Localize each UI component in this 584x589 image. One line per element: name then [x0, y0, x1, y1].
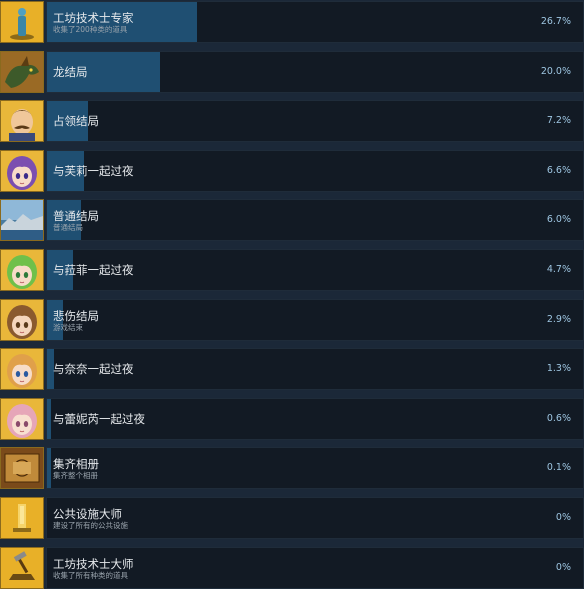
achievement-row: 集齐相册 集齐整个相册 0.1% [0, 446, 584, 496]
unlock-percentage: 1.3% [546, 363, 571, 375]
achievement-panel: 公共设施大师 建设了所有的公共设施 0% [46, 497, 584, 539]
achievement-panel: 与芙莉一起过夜 6.6% [46, 149, 584, 192]
achievement-row: 普通结局 普通结局 6.0% [0, 198, 584, 248]
achievement-list: 工坊技术士专家 收集了200种类的道具 26.7% 龙结局 20.0% 占领结局 7.2% 与… [0, 0, 584, 589]
achievement-description: 普通结局 [53, 223, 83, 233]
achievement-description: 收集了200种类的道具 [53, 25, 128, 34]
achievement-row: 占领结局 7.2% [0, 99, 584, 149]
achievement-title: 与菈菲一起过夜 [53, 263, 134, 277]
achievement-title: 集齐相册 [53, 457, 99, 472]
unlock-percentage: 20.0% [540, 65, 571, 77]
achievement-description: 游戏结束 [53, 322, 83, 332]
achievement-panel: 龙结局 20.0% [46, 50, 584, 93]
achievement-row: 工坊技术士大师 收集了所有种类的道具 0% [0, 546, 584, 589]
town-landscape-icon [0, 199, 44, 242]
unlock-percentage: 7.2% [546, 115, 571, 127]
achievement-panel: 工坊技术士专家 收集了200种类的道具 26.7% [46, 1, 584, 43]
achievement-row: 工坊技术士专家 收集了200种类的道具 26.7% [0, 0, 584, 50]
unlock-percentage: 26.7% [540, 16, 571, 27]
achievement-panel: 与菈菲一起过夜 4.7% [46, 249, 584, 291]
achievement-title: 悲伤结局 [53, 308, 99, 323]
unlock-percentage: 0% [555, 512, 571, 523]
achievement-description: 建设了所有的公共设施 [53, 521, 128, 530]
achievement-row: 与芙莉一起过夜 6.6% [0, 149, 584, 199]
hammer-anvil-icon [0, 546, 44, 589]
pink-haired-girl-portrait-icon [0, 397, 44, 440]
photo-album-icon [0, 447, 44, 490]
achievement-panel: 普通结局 普通结局 6.0% [46, 199, 584, 242]
achievement-panel: 占领结局 7.2% [46, 100, 584, 143]
achievement-panel: 工坊技术士大师 收集了所有种类的道具 0% [46, 546, 584, 589]
achievement-title: 与蕾妮芮一起过夜 [53, 411, 145, 426]
achievement-row: 龙结局 20.0% [0, 50, 584, 100]
purple-haired-girl-portrait-icon [0, 149, 44, 192]
achievement-panel: 集齐相册 集齐整个相册 0.1% [46, 447, 584, 490]
achievement-description: 集齐整个相册 [53, 471, 98, 481]
achievement-title: 与芙莉一起过夜 [53, 163, 134, 178]
figurine-award-icon [0, 1, 44, 43]
achievement-description: 收集了所有种类的道具 [53, 570, 128, 580]
unlock-percentage: 0% [555, 561, 571, 573]
achievement-row: 与蕾妮芮一起过夜 0.6% [0, 397, 584, 447]
achievement-panel: 与奈奈一起过夜 1.3% [46, 348, 584, 391]
mustached-man-portrait-icon [0, 100, 44, 143]
dragon-portrait-icon [0, 50, 44, 93]
achievement-title: 普通结局 [53, 209, 99, 224]
achievement-title: 龙结局 [53, 64, 88, 79]
unlock-rate-bar [47, 398, 51, 439]
green-haired-girl-portrait-icon [0, 249, 44, 291]
unlock-percentage: 6.0% [546, 214, 571, 226]
achievement-title: 工坊技术士大师 [53, 556, 134, 571]
unlock-rate-bar [47, 448, 51, 489]
achievement-title: 公共设施大师 [53, 507, 122, 521]
unlock-percentage: 0.6% [546, 412, 571, 424]
achievement-title: 工坊技术士专家 [53, 11, 134, 25]
achievement-panel: 与蕾妮芮一起过夜 0.6% [46, 397, 584, 440]
unlock-percentage: 0.1% [546, 462, 571, 474]
unlock-percentage: 6.6% [546, 164, 571, 176]
achievement-row: 与菈菲一起过夜 4.7% [0, 248, 584, 298]
achievement-title: 与奈奈一起过夜 [53, 362, 134, 377]
brown-haired-girl-portrait-icon [0, 298, 44, 341]
unlock-percentage: 4.7% [546, 264, 571, 275]
achievement-panel: 悲伤结局 游戏结束 2.9% [46, 298, 584, 341]
achievement-row: 公共设施大师 建设了所有的公共设施 0% [0, 496, 584, 546]
unlock-percentage: 2.9% [546, 313, 571, 325]
achievement-row: 与奈奈一起过夜 1.3% [0, 347, 584, 397]
orange-haired-girl-portrait-icon [0, 348, 44, 391]
gold-trophy-icon [0, 497, 44, 539]
achievement-title: 占领结局 [53, 114, 99, 129]
achievement-row: 悲伤结局 游戏结束 2.9% [0, 298, 584, 348]
